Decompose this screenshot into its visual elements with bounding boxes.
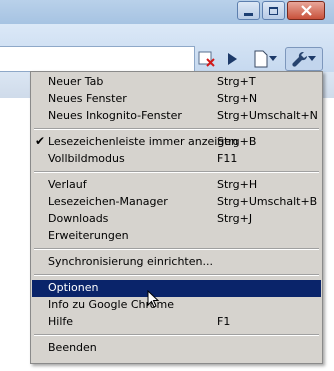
menu-item-shortcut: Strg+H [217, 178, 258, 191]
menu-item-label: Optionen [48, 281, 99, 294]
menu-item-fullscreen[interactable]: Vollbildmodus F11 [32, 151, 321, 168]
menu-item-downloads[interactable]: Downloads Strg+J [32, 211, 321, 228]
play-icon [228, 53, 237, 65]
menu-item-always-show-bookmarks-bar[interactable]: ✔ Lesezeichenleiste immer anzeigen Strg+… [32, 134, 321, 151]
menu-item-shortcut: F11 [217, 152, 238, 165]
menu-item-shortcut: Strg+N [217, 92, 258, 105]
wrench-menu: Neuer Tab Strg+T Neues Fenster Strg+N Ne… [30, 71, 323, 364]
minimize-icon [244, 12, 253, 16]
title-bar [0, 0, 334, 24]
menu-item-label: Neues Fenster [48, 92, 127, 105]
page-error-icon [198, 51, 215, 67]
menu-item-shortcut: Strg+Umschalt+N [217, 109, 318, 122]
menu-separator [34, 274, 319, 276]
menu-item-label: Beenden [48, 341, 97, 354]
menu-item-label: Erweiterungen [48, 229, 129, 242]
menu-item-shortcut: Strg+Umschalt+B [217, 195, 318, 208]
go-button[interactable] [222, 47, 242, 71]
chevron-down-icon [308, 56, 316, 61]
menu-item-options[interactable]: Optionen [32, 280, 321, 297]
minimize-button[interactable] [237, 1, 260, 20]
menu-item-label: Hilfe [48, 315, 74, 328]
menu-item-shortcut: Strg+T [217, 75, 256, 88]
close-button[interactable] [287, 1, 325, 20]
mouse-cursor-icon [147, 290, 159, 308]
menu-item-sync-setup[interactable]: Synchronisierung einrichten... [32, 254, 321, 271]
wrench-icon [292, 51, 308, 67]
menu-item-label: Lesezeichenleiste immer anzeigen [48, 135, 239, 148]
menu-separator [34, 128, 319, 130]
menu-item-history[interactable]: Verlauf Strg+H [32, 177, 321, 194]
menu-item-label: Verlauf [48, 178, 87, 191]
menu-item-new-tab[interactable]: Neuer Tab Strg+T [32, 74, 321, 91]
maximize-button[interactable] [262, 1, 285, 20]
menu-item-label: Neues Inkognito-Fenster [48, 109, 182, 122]
page-error-button[interactable] [196, 47, 218, 71]
menu-item-label: Lesezeichen-Manager [48, 195, 168, 208]
page-icon [254, 50, 268, 68]
chevron-down-icon [269, 56, 277, 61]
menu-item-extensions[interactable]: Erweiterungen [32, 228, 321, 245]
menu-separator [34, 334, 319, 336]
wrench-menu-button[interactable] [285, 47, 323, 71]
menu-item-shortcut: F1 [217, 315, 231, 328]
menu-item-exit[interactable]: Beenden [32, 340, 321, 357]
menu-item-help[interactable]: Hilfe F1 [32, 314, 321, 331]
maximize-icon [269, 6, 278, 15]
address-bar[interactable] [0, 46, 195, 72]
close-icon [300, 5, 312, 16]
menu-item-new-incognito-window[interactable]: Neues Inkognito-Fenster Strg+Umschalt+N [32, 108, 321, 125]
menu-separator [34, 171, 319, 173]
menu-item-shortcut: Strg+J [217, 212, 253, 225]
menu-item-label: Vollbildmodus [48, 152, 125, 165]
menu-separator [34, 248, 319, 250]
menu-item-about-chrome[interactable]: Info zu Google Chrome [32, 297, 321, 314]
menu-item-label: Neuer Tab [48, 75, 104, 88]
menu-item-new-window[interactable]: Neues Fenster Strg+N [32, 91, 321, 108]
page-menu-button[interactable] [248, 47, 282, 71]
menu-item-bookmark-manager[interactable]: Lesezeichen-Manager Strg+Umschalt+B [32, 194, 321, 211]
check-icon: ✔ [35, 134, 46, 148]
menu-item-label: Downloads [48, 212, 109, 225]
menu-item-label: Synchronisierung einrichten... [48, 255, 213, 268]
menu-item-shortcut: Strg+B [217, 135, 257, 148]
